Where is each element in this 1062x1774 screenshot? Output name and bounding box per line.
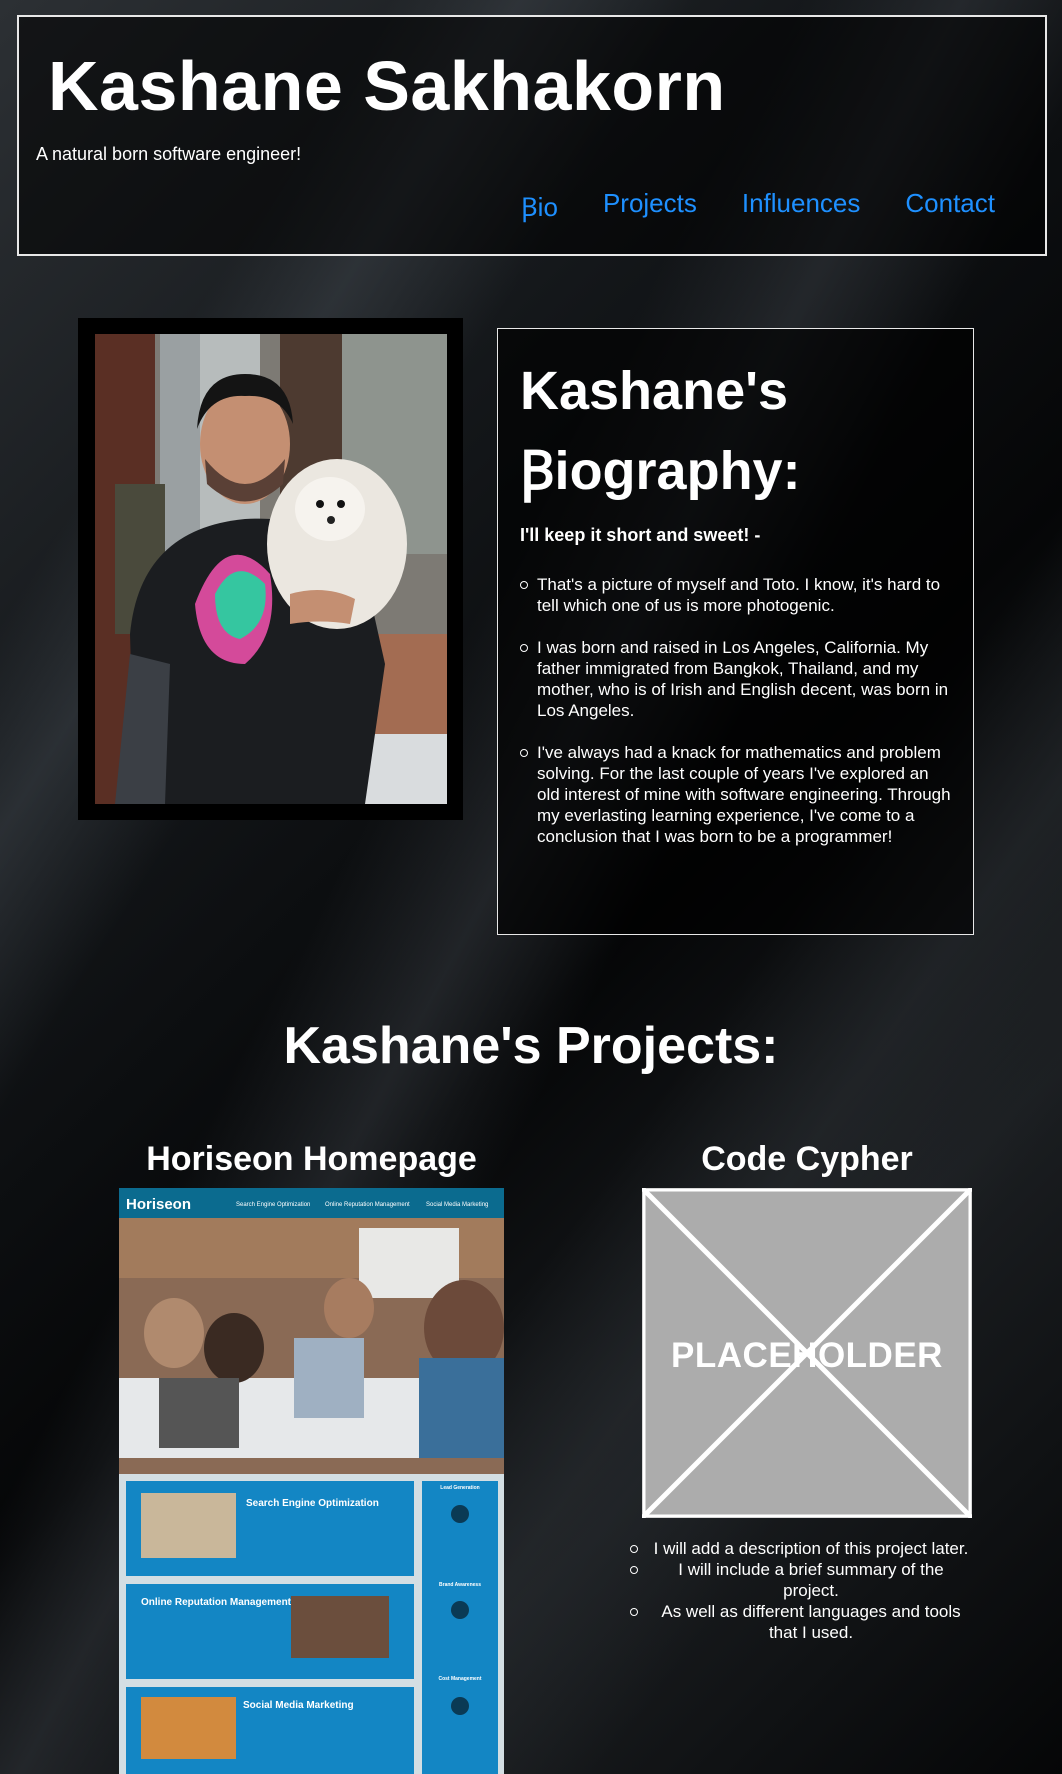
profile-photo xyxy=(95,334,447,804)
horiseon-nav-seo: Search Engine Optimization xyxy=(236,1202,310,1208)
bio-section: Kashane's Ꞵiography: I'll keep it short … xyxy=(497,328,974,935)
bio-item: I was born and raised in Los Angeles, Ca… xyxy=(520,637,951,721)
nav-influences-link[interactable]: Influences xyxy=(742,188,861,224)
horiseon-section-smm: Social Media Marketing xyxy=(243,1700,354,1711)
horiseon-screenshot[interactable]: Horiseon Search Engine Optimization Onli… xyxy=(119,1188,504,1774)
horiseon-section-seo: Search Engine Optimization xyxy=(246,1498,379,1509)
project-title-code-cypher: Code Cypher xyxy=(701,1140,913,1178)
horiseon-section-orm: Online Reputation Management xyxy=(141,1597,292,1608)
horiseon-sidebar-lead: Lead Generation xyxy=(440,1485,479,1491)
bio-heading: Kashane's Ꞵiography: xyxy=(520,351,951,511)
nav-projects-link[interactable]: Projects xyxy=(603,188,697,224)
placeholder-label: PLACEHOLDER xyxy=(671,1336,943,1375)
project-title-horiseon: Horiseon Homepage xyxy=(146,1140,477,1178)
bio-list: That's a picture of myself and Toto. I k… xyxy=(520,574,951,847)
site-tagline: A natural born software engineer! xyxy=(36,144,302,164)
horiseon-sidebar-cost: Cost Management xyxy=(438,1676,481,1682)
horiseon-sidebar-brand: Brand Awareness xyxy=(439,1582,481,1588)
nav-contact-link[interactable]: Contact xyxy=(905,188,995,224)
site-header: Kashane Sakhakorn A natural born softwar… xyxy=(17,15,1047,256)
horiseon-brand: Horiseon xyxy=(126,1196,191,1213)
horiseon-screenshot-image: Horiseon Search Engine Optimization Onli… xyxy=(119,1188,504,1774)
profile-photo-image xyxy=(95,334,447,804)
code-cypher-description: I will add a description of this project… xyxy=(626,1538,986,1643)
horiseon-nav-orm: Online Reputation Management xyxy=(325,1202,410,1208)
description-item: I will include a brief summary of the pr… xyxy=(626,1559,986,1601)
code-cypher-placeholder-image[interactable]: PLACEHOLDER xyxy=(642,1188,972,1518)
bio-item: That's a picture of myself and Toto. I k… xyxy=(520,574,951,616)
projects-heading: Kashane's Projects: xyxy=(283,1017,779,1075)
profile-photo-frame xyxy=(78,318,463,820)
site-title: Kashane Sakhakorn xyxy=(48,47,726,125)
description-item: I will add a description of this project… xyxy=(626,1538,986,1559)
bio-heading-line1: Kashane's xyxy=(520,361,788,421)
bio-item: I've always had a knack for mathematics … xyxy=(520,742,951,847)
nav-bio-link[interactable]: Ꞵio xyxy=(521,188,558,224)
horiseon-nav-smm: Social Media Marketing xyxy=(426,1202,488,1208)
description-item: As well as different languages and tools… xyxy=(626,1601,986,1643)
bio-lead: I'll keep it short and sweet! - xyxy=(520,525,761,545)
bio-heading-line2: Ꞵiography: xyxy=(520,441,801,501)
main-nav: Ꞵio Projects Influences Contact xyxy=(521,188,995,224)
